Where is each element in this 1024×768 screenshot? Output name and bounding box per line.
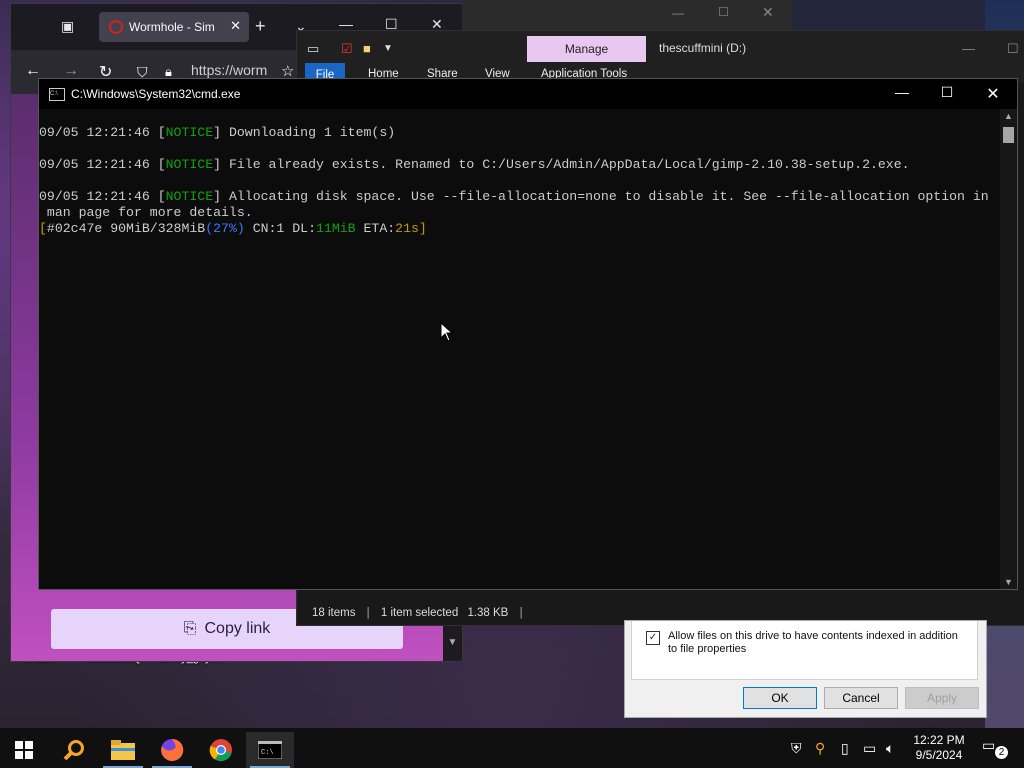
taskbar: C:\ ⛨ ⚲ ▯ ▭ 🔈︎ 12:22 PM 9/5/2024 ▭ 2 — [0, 728, 1024, 768]
cancel-button[interactable]: Cancel — [824, 687, 898, 709]
cmd-window[interactable]: C:\ C:\Windows\System32\cmd.exe — ☐ ✕ 09… — [38, 78, 1018, 590]
console-output[interactable]: 09/05 12:21:46 [NOTICE] Downloading 1 it… — [39, 125, 999, 237]
cmd-title: C:\Windows\System32\cmd.exe — [71, 87, 241, 101]
close-tab-icon[interactable]: ✕ — [230, 18, 241, 34]
console-line: 09/05 12:21:46 [NOTICE] Downloading 1 it… — [39, 125, 396, 140]
notice-tag: NOTICE — [165, 125, 214, 140]
console-line: 09/05 12:21:46 [NOTICE] File already exi… — [39, 157, 910, 172]
explorer-window-back: — ☐ ✕ — [462, 0, 792, 30]
ok-button[interactable]: OK — [743, 687, 817, 709]
scroll-up-icon[interactable]: ▲ — [1000, 111, 1017, 121]
scroll-down-icon[interactable]: ▼ — [1000, 577, 1017, 587]
progress-percent: (27%) — [205, 221, 245, 236]
close-icon[interactable]: ✕ — [762, 4, 774, 21]
search-icon — [63, 740, 84, 761]
minimize-icon[interactable]: — — [962, 41, 975, 56]
console-line: 09/05 12:21:46 [NOTICE] Allocating disk … — [39, 189, 989, 204]
clock-time: 12:22 PM — [913, 733, 965, 747]
scrollbar[interactable]: ▲ ▼ — [1000, 109, 1017, 589]
opera-logo-icon — [109, 20, 123, 34]
firefox-icon — [161, 738, 184, 761]
volume-muted-icon[interactable]: 🔈︎ — [886, 740, 894, 757]
properties-icon[interactable]: ▭ — [307, 41, 319, 57]
start-button[interactable] — [0, 732, 48, 768]
properties-panel: ✓ Allow files on this drive to have cont… — [631, 621, 978, 680]
minimize-icon[interactable]: — — [892, 84, 912, 100]
index-checkbox-label: Allow files on this drive to have conten… — [668, 630, 958, 655]
browser-tab-title: Wormhole - Sim — [129, 20, 215, 34]
notice-tag: NOTICE — [165, 189, 214, 204]
explorer-title: thescuffmini (D:) — [659, 41, 747, 55]
search-tray-icon[interactable]: ⚲ — [815, 740, 825, 757]
maximize-icon[interactable]: ☐ — [718, 5, 729, 19]
terminal-icon: C:\ — [258, 741, 282, 759]
maximize-icon[interactable]: ☐ — [937, 84, 957, 101]
taskbar-chrome[interactable] — [197, 732, 245, 768]
svg-text:C:\: C:\ — [261, 749, 274, 757]
network-icon[interactable]: ▭ — [863, 740, 876, 757]
taskbar-cmd[interactable]: C:\ — [246, 732, 294, 768]
drive-properties-dialog: ✓ Allow files on this drive to have cont… — [624, 620, 987, 718]
new-tab-icon[interactable]: + — [255, 16, 266, 37]
taskbar-firefox[interactable] — [148, 732, 196, 768]
maximize-icon[interactable]: ☐ — [1007, 41, 1019, 57]
taskbar-file-explorer[interactable] — [99, 732, 147, 768]
chrome-icon — [209, 739, 232, 762]
folder-icon — [111, 740, 135, 760]
tab-list-icon[interactable]: ▣ — [61, 18, 74, 35]
tab-manage[interactable]: Manage — [527, 36, 646, 62]
windows-logo-icon — [15, 741, 33, 759]
usb-icon[interactable]: ▯ — [841, 740, 849, 757]
explorer-ribbon: ▭ ☑ ■ ▼ Manage thescuffmini (D:) File Ho… — [297, 31, 1024, 83]
folder-icon[interactable]: ■ — [363, 41, 371, 56]
notification-count-badge: 2 — [995, 746, 1008, 759]
chevron-down-icon[interactable]: ▼ — [383, 43, 393, 54]
notification-center-button[interactable]: ▭ 2 — [982, 737, 1008, 759]
console-line: man page for more details. — [39, 205, 253, 220]
status-selected: 1 item selected — [380, 607, 459, 619]
scrollbar-thumb[interactable] — [1003, 127, 1014, 143]
apply-button[interactable]: Apply — [905, 687, 979, 709]
close-icon[interactable]: ✕ — [983, 84, 1003, 104]
clock-date: 9/5/2024 — [915, 748, 963, 762]
notice-tag: NOTICE — [165, 157, 214, 172]
status-item-count: 18 items — [312, 607, 356, 619]
minimize-icon[interactable]: — — [672, 6, 684, 20]
copy-icon: ⎘ — [183, 620, 197, 637]
browser-tab[interactable]: Wormhole - Sim ✕ — [99, 12, 249, 42]
cmd-title-bar[interactable]: C:\ C:\Windows\System32\cmd.exe — ☐ ✕ — [39, 79, 1017, 109]
check-icon[interactable]: ☑ — [341, 41, 353, 57]
security-shield-icon[interactable]: ⛨ — [791, 740, 802, 757]
mouse-cursor-icon — [440, 322, 454, 342]
search-button[interactable] — [50, 732, 98, 768]
url-bar[interactable]: https://worm — [191, 62, 267, 78]
cmd-icon: C:\ — [49, 88, 65, 101]
progress-line: [#02c47e 90MiB/328MiB(27%) CN:1 DL:11MiB… — [39, 221, 427, 236]
taskbar-clock[interactable]: 12:22 PM 9/5/2024 — [908, 733, 970, 763]
copy-link-label: Copy link — [204, 620, 271, 637]
status-size: 1.38 KB — [467, 607, 509, 619]
notification-icon: ▭ — [982, 737, 996, 753]
download-speed: 11MiB — [316, 221, 356, 236]
eta-value: 21s — [395, 221, 419, 236]
index-checkbox[interactable]: ✓ — [646, 631, 660, 645]
